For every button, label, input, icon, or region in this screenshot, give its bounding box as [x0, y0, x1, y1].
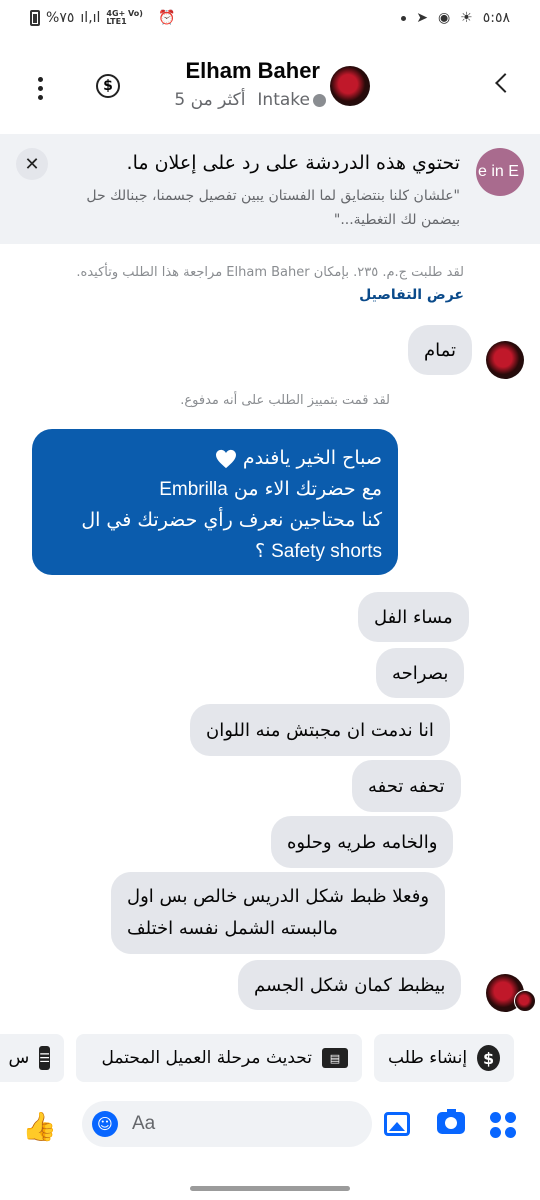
ad-reply-banner: ✕ e in E تحتوي هذه الدردشة على رد على إع…	[0, 134, 540, 244]
message-bubble[interactable]: تمام	[408, 325, 473, 375]
ad-logo: e in E	[476, 148, 524, 196]
apps-grid-icon[interactable]	[490, 1112, 516, 1138]
battery-level: %٧٥	[46, 10, 75, 26]
ad-logo-text: e in E	[478, 163, 519, 180]
stage-dot-icon	[313, 93, 326, 107]
last-active: أكثر من 5	[174, 90, 246, 110]
order-note: لقد طلبت ج.م. ٢٣٥. بإمكان Elham Baher مر…	[76, 262, 464, 307]
message-text: انا ندمت ان مجبتش منه اللوان	[206, 719, 434, 741]
message-text: والخامه طريه وحلوه	[287, 831, 438, 853]
banner-body: "علشان كلنا بنتضايق لما الفستان يبين تفص…	[86, 188, 460, 228]
input-placeholder: Aa	[132, 1113, 156, 1134]
telegram-icon: ➤	[416, 10, 428, 26]
contact-name[interactable]: Elham Baher	[186, 58, 321, 84]
network-type: 4G+ Vo) LTE1	[106, 9, 143, 26]
message-input[interactable]: ☺ Aa	[82, 1101, 372, 1147]
contact-avatar[interactable]	[330, 66, 370, 106]
outgoing-line-4: Safety shorts ؟	[48, 536, 382, 567]
clock: ٥:٥٨	[482, 10, 510, 26]
chip-label: س	[8, 1048, 30, 1068]
stage-label: Intake	[257, 90, 310, 110]
read-receipt-avatar	[514, 990, 536, 1012]
outgoing-text-4a: Safety shorts	[271, 541, 382, 562]
chip-label: تحديث مرحلة العميل المحتمل	[101, 1048, 312, 1068]
contact-avatar[interactable]	[486, 341, 524, 379]
white-heart-icon	[215, 449, 236, 468]
outgoing-line-3: كنا محتاجين نعرف رأي حضرتك في ال	[81, 509, 382, 531]
message-bubble[interactable]: بصراحه	[376, 648, 465, 698]
home-indicator[interactable]	[190, 1186, 350, 1191]
outgoing-line-2: مع حضرتك الاء من Embrilla	[48, 474, 382, 505]
signal-icon: ıl‚ıl	[80, 10, 101, 26]
message-bubble[interactable]: وفعلا ظبط شكل الدريس خالص بس اول مالبسته…	[111, 872, 446, 954]
more-actions-button[interactable]: ☰ س	[0, 1034, 64, 1082]
contact-subtitle: Intake أكثر من 5	[174, 90, 326, 110]
message-text-line-1: وفعلا ظبط شكل الدريس خالص بس اول	[127, 886, 430, 907]
outgoing-text-4b: ؟	[254, 540, 266, 562]
messenger-icon: ◉	[437, 10, 451, 26]
message-text: مساء الفل	[374, 606, 453, 628]
outgoing-text-2b: Embrilla	[159, 479, 228, 500]
paid-note: لقد قمت بتمييز الطلب على أنه مدفوع.	[180, 393, 390, 408]
order-note-text: لقد طلبت ج.م. ٢٣٥. بإمكان Elham Baher مر…	[76, 265, 464, 280]
contact-card-icon: ▤	[322, 1048, 348, 1068]
close-icon[interactable]: ✕	[16, 148, 48, 180]
message-bubble[interactable]: والخامه طريه وحلوه	[271, 816, 454, 868]
outgoing-text-1: صباح الخير يافندم	[242, 447, 382, 469]
message-text-line-2: مالبسته الشمل نفسه اختلف	[127, 918, 338, 939]
document-icon: ☰	[39, 1046, 50, 1070]
message-bubble[interactable]: بيظبط كمان شكل الجسم	[238, 960, 462, 1010]
message-text: بصراحه	[392, 662, 449, 684]
outgoing-text-2a: مع حضرتك الاء من	[233, 478, 382, 500]
more-icon[interactable]	[22, 72, 58, 104]
brightness-icon: ☀	[460, 10, 473, 26]
message-text: بيظبط كمان شكل الجسم	[254, 974, 446, 996]
camera-icon[interactable]	[437, 1109, 465, 1134]
message-bubble[interactable]: انا ندمت ان مجبتش منه اللوان	[190, 704, 450, 756]
view-details-link[interactable]: عرض التفاصيل	[359, 287, 464, 303]
stage-tag[interactable]: Intake	[257, 90, 326, 110]
battery-icon	[30, 10, 40, 26]
message-bubble[interactable]: تحفه تحفه	[352, 760, 461, 812]
outgoing-line-1: صباح الخير يافندم	[48, 443, 382, 474]
emoji-icon[interactable]: ☺	[92, 1111, 118, 1137]
status-right: ➤ ◉ ☀ ٥:٥٨	[401, 10, 510, 26]
message-bubble[interactable]: مساء الفل	[358, 592, 469, 642]
status-bar: %٧٥ ıl‚ıl 4G+ Vo) LTE1 ⏰ ➤ ◉ ☀ ٥:٥٨	[0, 0, 540, 40]
chat-header: $ Elham Baher Intake أكثر من 5	[0, 52, 540, 124]
composer: 👍 ☺ Aa	[0, 1098, 540, 1154]
status-left: %٧٥ ıl‚ıl 4G+ Vo) LTE1 ⏰	[30, 10, 176, 26]
dollar-icon[interactable]: $	[96, 74, 120, 98]
alarm-icon: ⏰	[158, 10, 176, 26]
create-order-button[interactable]: $ إنشاء طلب	[374, 1034, 514, 1082]
outgoing-message[interactable]: صباح الخير يافندم مع حضرتك الاء من Embri…	[32, 429, 398, 575]
dollar-icon: $	[477, 1045, 500, 1071]
back-chevron-icon[interactable]	[495, 73, 515, 93]
chip-label: إنشاء طلب	[388, 1048, 468, 1068]
notification-dot-icon	[401, 15, 407, 21]
thumbs-up-icon[interactable]: 👍	[22, 1110, 57, 1143]
message-text: تحفه تحفه	[368, 775, 445, 797]
gallery-icon[interactable]	[384, 1112, 410, 1136]
message-text: تمام	[424, 339, 457, 361]
update-lead-stage-button[interactable]: ▤ تحديث مرحلة العميل المحتمل	[76, 1034, 362, 1082]
banner-title: تحتوي هذه الدردشة على رد على إعلان ما.	[126, 152, 460, 174]
